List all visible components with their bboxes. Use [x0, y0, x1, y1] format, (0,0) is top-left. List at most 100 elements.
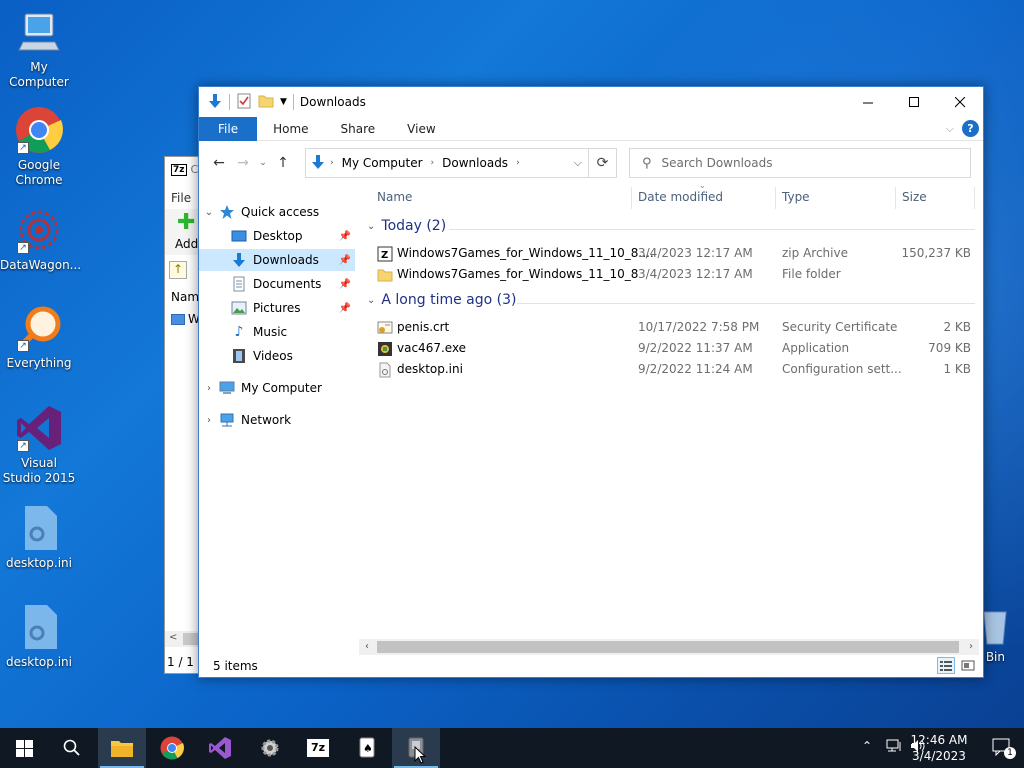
column-separator[interactable]: [895, 187, 896, 209]
pin-icon[interactable]: 📌: [339, 255, 351, 266]
7zip-menu-file[interactable]: File: [171, 191, 191, 205]
file-row[interactable]: Z Windows7Games_for_Windows_11_10_8.... …: [375, 243, 971, 264]
customize-qat-dropdown-icon[interactable]: ▼: [280, 97, 287, 107]
breadcrumb-chevron-icon[interactable]: ›: [431, 158, 435, 168]
pin-icon[interactable]: 📌: [339, 231, 351, 242]
breadcrumb-chevron-icon[interactable]: ›: [330, 158, 334, 168]
taskbar-chrome[interactable]: [148, 728, 196, 768]
collapse-chevron-icon[interactable]: ⌄: [199, 207, 219, 218]
playing-cards-icon: ♠: [359, 737, 375, 758]
navigation-pane: ⌄ Quick access Desktop 📌 Downloads 📌 Doc…: [199, 187, 357, 657]
tab-share[interactable]: Share: [325, 117, 392, 141]
breadcrumb-downloads[interactable]: Downloads: [442, 156, 508, 170]
nav-documents[interactable]: Documents 📌: [199, 273, 355, 295]
search-box[interactable]: ⚲ Search Downloads: [629, 148, 971, 178]
desktop-icon-desktop-ini-1[interactable]: desktop.ini: [0, 504, 78, 571]
refresh-button[interactable]: ⟳: [589, 148, 617, 178]
back-arrow-icon[interactable]: ←: [207, 155, 231, 171]
7zip-column-name[interactable]: Nam: [171, 290, 199, 304]
group-header-today[interactable]: ⌄ Today (2): [367, 218, 446, 234]
network-icon[interactable]: [886, 739, 902, 756]
show-hidden-icons-chevron-icon[interactable]: ⌃: [862, 739, 872, 753]
scroll-right-icon[interactable]: ›: [963, 639, 979, 655]
taskbar-solitaire[interactable]: ♠: [344, 728, 392, 768]
taskbar-search-icon[interactable]: [48, 728, 96, 768]
taskbar-visual-studio[interactable]: [196, 728, 244, 768]
scroll-left-icon[interactable]: ‹: [359, 639, 375, 655]
taskbar-7zip[interactable]: 7z: [294, 728, 342, 768]
nav-downloads[interactable]: Downloads 📌: [199, 249, 355, 271]
minimize-button[interactable]: [845, 87, 891, 117]
scroll-left-icon[interactable]: <: [169, 632, 177, 643]
nav-pictures[interactable]: Pictures 📌: [199, 297, 355, 319]
7zip-add-label[interactable]: Add: [175, 237, 198, 251]
large-icons-view-icon[interactable]: [959, 657, 977, 674]
taskbar-vac-app[interactable]: [392, 728, 440, 768]
taskbar-file-explorer[interactable]: [98, 728, 146, 768]
nav-network[interactable]: › Network: [199, 409, 355, 431]
collapse-chevron-icon[interactable]: ⌄: [367, 221, 375, 232]
file-row[interactable]: vac467.exe 9/2/2022 11:37 AM Application…: [375, 338, 971, 359]
pin-icon[interactable]: 📌: [339, 303, 351, 314]
expand-chevron-icon[interactable]: ›: [199, 383, 219, 394]
maximize-button[interactable]: [891, 87, 937, 117]
desktop-icon-visual-studio[interactable]: ↗ Visual Studio 2015: [0, 404, 78, 486]
column-header-size[interactable]: Size: [902, 187, 927, 209]
group-header-long-ago[interactable]: ⌄ A long time ago (3): [367, 292, 516, 308]
tab-file[interactable]: File: [199, 116, 258, 141]
column-separator[interactable]: [775, 187, 776, 209]
new-folder-icon[interactable]: [258, 93, 274, 112]
add-plus-icon[interactable]: ✚: [177, 212, 195, 234]
search-placeholder[interactable]: Search Downloads: [662, 156, 773, 170]
file-date: 3/4/2023 12:17 AM: [638, 246, 753, 260]
close-button[interactable]: [937, 87, 983, 117]
address-bar[interactable]: › My Computer › Downloads › ⌵: [305, 148, 589, 178]
nav-videos[interactable]: Videos: [199, 345, 355, 367]
nav-my-computer[interactable]: › My Computer: [199, 377, 355, 399]
taskbar-settings[interactable]: [246, 728, 294, 768]
column-separator[interactable]: [974, 187, 975, 209]
up-arrow-icon[interactable]: ↑: [271, 155, 295, 171]
start-button[interactable]: [0, 728, 48, 768]
collapse-chevron-icon[interactable]: ⌄: [367, 295, 375, 306]
nav-desktop[interactable]: Desktop 📌: [199, 225, 355, 247]
file-row[interactable]: Windows7Games_for_Windows_11_10_8 3/4/20…: [375, 264, 971, 285]
shortcut-arrow-icon: ↗: [17, 242, 29, 254]
nav-music[interactable]: ♪ Music: [199, 321, 355, 343]
tab-home[interactable]: Home: [257, 117, 324, 141]
file-row[interactable]: penis.crt 10/17/2022 7:58 PM Security Ce…: [375, 317, 971, 338]
column-header-date-modified[interactable]: Date modified: [638, 187, 723, 209]
forward-arrow-icon[interactable]: →: [231, 155, 255, 171]
expand-chevron-icon[interactable]: ›: [199, 415, 219, 426]
desktop-icon-google-chrome[interactable]: ↗ Google Chrome: [0, 106, 78, 188]
recent-locations-icon[interactable]: ⌄: [255, 158, 271, 168]
desktop-icon-datawagon[interactable]: ↗ DataWagon...: [0, 206, 81, 273]
desktop-icon-desktop-ini-2[interactable]: desktop.ini: [0, 603, 78, 670]
file-explorer-window[interactable]: ▼ Downloads File Home Share View ⌵ ? ← →…: [198, 86, 984, 678]
desktop-icon-everything[interactable]: ↗ Everything: [0, 304, 78, 371]
expand-ribbon-icon[interactable]: ⌵: [946, 122, 954, 136]
tab-view[interactable]: View: [391, 117, 451, 141]
horizontal-scrollbar[interactable]: ‹ ›: [359, 639, 979, 655]
folder-up-icon[interactable]: ↑: [169, 261, 187, 279]
title-bar[interactable]: ▼ Downloads: [199, 87, 983, 117]
help-icon[interactable]: ?: [962, 120, 979, 137]
scroll-thumb[interactable]: [377, 641, 959, 653]
column-header-name[interactable]: Name: [377, 187, 412, 209]
column-separator[interactable]: [631, 187, 632, 209]
details-view-icon[interactable]: [937, 657, 955, 674]
breadcrumb-my-computer[interactable]: My Computer: [342, 156, 423, 170]
group-divider: [449, 229, 975, 230]
clock[interactable]: 12:46 AM 3/4/2023: [904, 732, 974, 764]
properties-icon[interactable]: [236, 93, 252, 112]
file-row[interactable]: desktop.ini 9/2/2022 11:24 AM Configurat…: [375, 359, 971, 380]
search-icon: ⚲: [642, 155, 652, 171]
pin-icon[interactable]: 📌: [339, 279, 351, 290]
nav-quick-access[interactable]: ⌄ Quick access: [199, 201, 355, 223]
breadcrumb-chevron-icon[interactable]: ›: [516, 158, 520, 168]
quick-access-toolbar: ▼: [199, 93, 294, 112]
desktop-icon-my-computer[interactable]: My Computer: [0, 8, 78, 90]
address-dropdown-icon[interactable]: ⌵: [574, 156, 582, 170]
7zip-row[interactable]: W: [171, 312, 200, 326]
column-header-type[interactable]: Type: [782, 187, 810, 209]
